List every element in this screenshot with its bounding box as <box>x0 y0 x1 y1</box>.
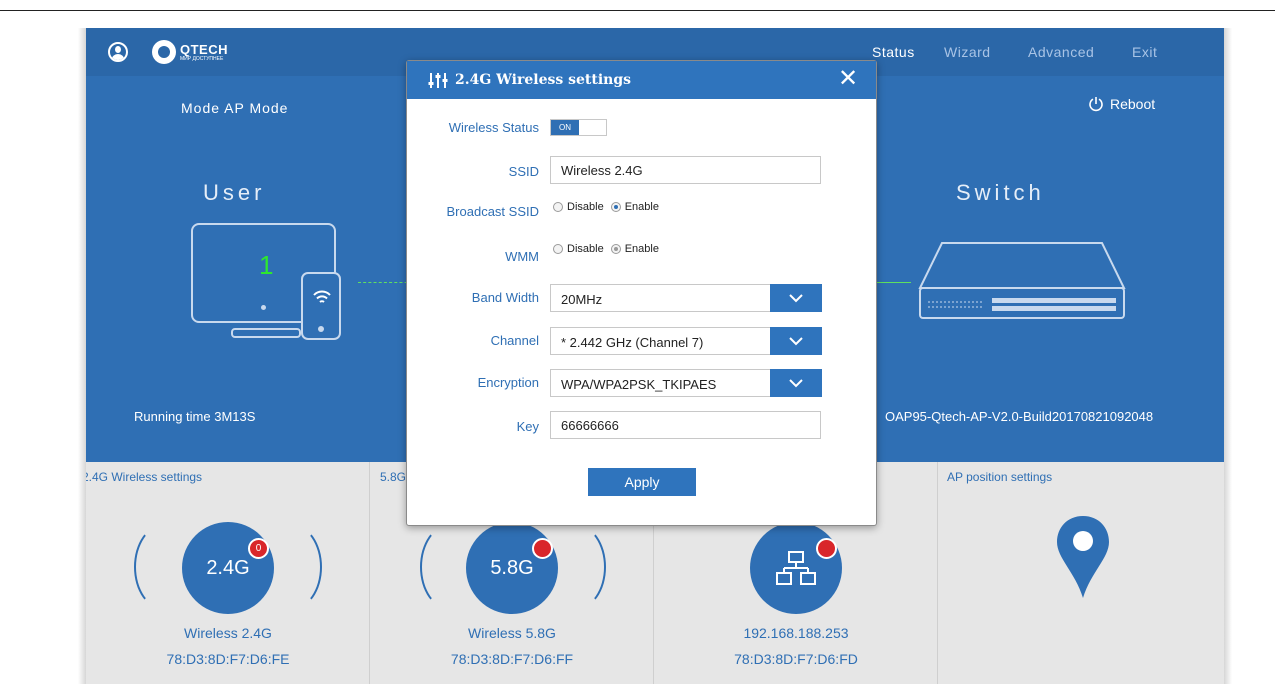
panel-mac: 78:D3:8D:F7:D6:FF <box>450 651 574 667</box>
chevron-down-icon[interactable] <box>770 327 822 355</box>
nav-exit[interactable]: Exit <box>1132 44 1157 60</box>
channel-select[interactable]: * 2.442 GHz (Channel 7) <box>550 327 822 355</box>
phone-wifi-icon <box>301 272 341 340</box>
page-top-border <box>0 10 1275 11</box>
apply-button[interactable]: Apply <box>588 468 696 496</box>
wmm-label: WMM <box>505 249 539 264</box>
panel-name: Wireless 5.8G <box>468 625 556 641</box>
close-icon[interactable]: ✕ <box>837 67 859 91</box>
mode-label: Mode AP Mode <box>181 100 289 116</box>
bandwidth-select[interactable]: 20MHz <box>550 284 822 312</box>
bandwidth-value: 20MHz <box>561 292 603 307</box>
user-title: User <box>203 180 266 205</box>
wireless-status-label: Wireless Status <box>448 120 539 135</box>
location-pin-icon <box>1057 516 1109 598</box>
wmm-radios: Disable Enable <box>553 243 659 255</box>
switch-icon <box>918 242 1126 319</box>
wireless-status-toggle[interactable]: ON <box>550 119 607 136</box>
left-shadow <box>78 28 86 684</box>
wmm-enable-label: Enable <box>624 243 659 255</box>
power-icon <box>1089 97 1103 112</box>
broadcast-disable-label: Disable <box>567 201 604 213</box>
panel-title: AP position settings <box>947 470 1053 484</box>
switch-link-line <box>871 282 911 283</box>
encryption-value: WPA/WPA2PSK_TKIPAES <box>561 377 717 392</box>
nav-wizard[interactable]: Wizard <box>944 44 991 60</box>
wmm-disable-radio[interactable] <box>553 244 563 254</box>
band-58-icon: 5.8G <box>466 522 558 614</box>
reboot-label: Reboot <box>1110 96 1156 112</box>
chevron-down-icon[interactable] <box>770 369 822 397</box>
wifi-icon <box>313 290 331 303</box>
toggle-on-label: ON <box>551 120 579 135</box>
panel-ap-position[interactable]: AP position settings <box>938 462 1222 684</box>
ssid-label: SSID <box>508 164 539 179</box>
badge-count: 0 <box>248 538 269 559</box>
wireless-settings-dialog: 2.4G Wireless settings ✕ Wireless Status… <box>406 60 877 526</box>
wmm-enable-radio[interactable] <box>610 244 621 254</box>
key-field[interactable]: 66666666 <box>550 411 821 439</box>
panel-mac: 78:D3:8D:F7:D6:FD <box>734 651 858 667</box>
user-count: 1 <box>259 250 274 280</box>
encryption-label: Encryption <box>477 375 539 390</box>
broadcast-disable-radio[interactable] <box>553 202 563 212</box>
ssid-field[interactable]: Wireless 2.4G <box>550 156 821 184</box>
nav-status[interactable]: Status <box>872 44 915 60</box>
channel-label: Channel <box>490 333 539 348</box>
right-shadow <box>1224 28 1232 684</box>
badge-count <box>816 538 837 559</box>
panel-name: 192.168.188.253 <box>743 625 849 641</box>
firmware-version: OAP95-Qtech-AP-V2.0-Build20170821092048 <box>885 409 1154 424</box>
channel-value: * 2.442 GHz (Channel 7) <box>561 335 704 350</box>
dialog-header: 2.4G Wireless settings ✕ <box>407 61 876 99</box>
encryption-select[interactable]: WPA/WPA2PSK_TKIPAES <box>550 369 822 397</box>
band-24-icon: 2.4G <box>182 522 274 614</box>
switch-title: Switch <box>956 180 1045 205</box>
logo-icon: QTECH МИР ДОСТУПНЕЕ <box>152 40 242 64</box>
panel-mac: 78:D3:8D:F7:D6:FE <box>166 651 290 667</box>
panel-name: Wireless 2.4G <box>184 625 272 641</box>
dialog-title: 2.4G Wireless settings <box>455 72 632 88</box>
broadcast-ssid-radios: Disable Enable <box>553 201 659 213</box>
running-time: Running time 3M13S <box>134 409 256 424</box>
broadcast-enable-radio[interactable] <box>610 202 621 212</box>
network-icon <box>750 522 842 614</box>
logo-text: QTECH <box>180 42 228 57</box>
user-circle-icon[interactable] <box>108 42 128 62</box>
wmm-disable-label: Disable <box>567 243 604 255</box>
broadcast-ssid-label: Broadcast SSID <box>446 204 540 219</box>
key-label: Key <box>516 419 539 434</box>
chevron-down-icon[interactable] <box>770 284 822 312</box>
sliders-icon <box>428 73 448 88</box>
reboot-button[interactable]: Reboot <box>1088 96 1155 112</box>
panel-title: 5.8G <box>380 470 407 484</box>
panel-wireless-24[interactable]: 2.4G Wireless settings 2.4G 0 Wireless 2… <box>86 462 370 684</box>
bandwidth-label: Band Width <box>471 290 539 305</box>
nav-advanced[interactable]: Advanced <box>1028 44 1094 60</box>
logo-slogan: МИР ДОСТУПНЕЕ <box>180 56 224 62</box>
broadcast-enable-label: Enable <box>624 201 659 213</box>
badge-count <box>532 538 553 559</box>
panel-title: 2.4G Wireless settings <box>86 470 203 484</box>
